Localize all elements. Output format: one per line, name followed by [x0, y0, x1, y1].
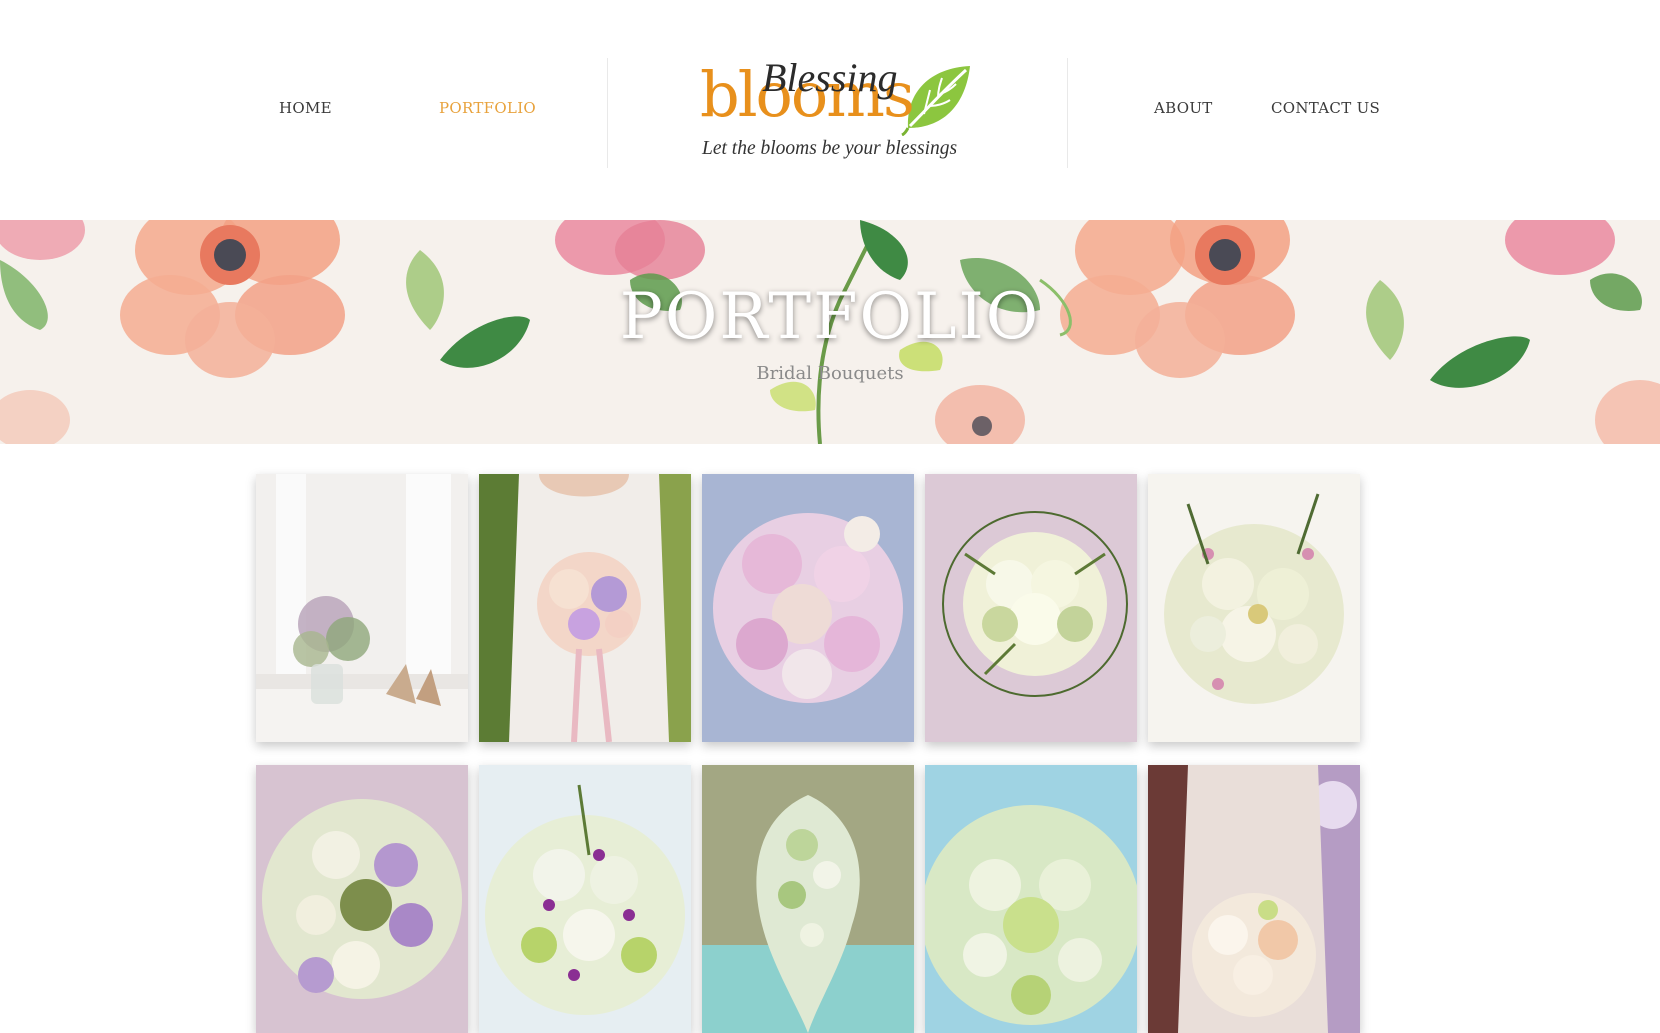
gallery-item[interactable]: [925, 765, 1137, 1033]
nav-home[interactable]: HOME: [279, 99, 332, 117]
nav-divider-left: [607, 58, 608, 168]
bouquet-photo: [1148, 765, 1360, 1033]
gallery-item[interactable]: [479, 474, 691, 742]
gallery-item[interactable]: [1148, 765, 1360, 1033]
gallery-item[interactable]: [925, 474, 1137, 742]
logo[interactable]: blooms Blessing Let the blooms be your b…: [700, 58, 974, 166]
nav-about[interactable]: ABOUT: [1154, 99, 1213, 117]
bouquet-photo: [925, 765, 1137, 1033]
nav-contact[interactable]: CONTACT US: [1271, 99, 1380, 117]
gallery-item[interactable]: [256, 765, 468, 1033]
bouquet-photo: [256, 765, 468, 1033]
logo-tagline: Let the blooms be your blessings: [702, 138, 958, 159]
bouquet-photo: [702, 765, 914, 1033]
bouquet-photo: [479, 474, 691, 742]
gallery-item[interactable]: [702, 765, 914, 1033]
gallery-item[interactable]: [702, 474, 914, 742]
page-subtitle: Bridal Bouquets: [756, 363, 904, 384]
bouquet-photo: [479, 765, 691, 1033]
gallery-row: [256, 765, 1360, 1033]
site-header: HOME PORTFOLIO blooms Blessing Let the b…: [0, 0, 1660, 220]
page-title: PORTFOLIO: [619, 280, 1041, 354]
gallery-row: [256, 474, 1360, 742]
bouquet-photo: [925, 474, 1137, 742]
nav-portfolio[interactable]: PORTFOLIO: [439, 99, 536, 117]
nav-divider-right: [1067, 58, 1068, 168]
hero-banner: PORTFOLIO Bridal Bouquets: [0, 220, 1660, 444]
bouquet-photo: [702, 474, 914, 742]
gallery-item[interactable]: [479, 765, 691, 1033]
gallery-item[interactable]: [256, 474, 468, 742]
gallery-item[interactable]: [1148, 474, 1360, 742]
logo-word-script: Blessing: [762, 55, 898, 100]
bouquet-photo: [256, 474, 468, 742]
bouquet-photo: [1148, 474, 1360, 742]
